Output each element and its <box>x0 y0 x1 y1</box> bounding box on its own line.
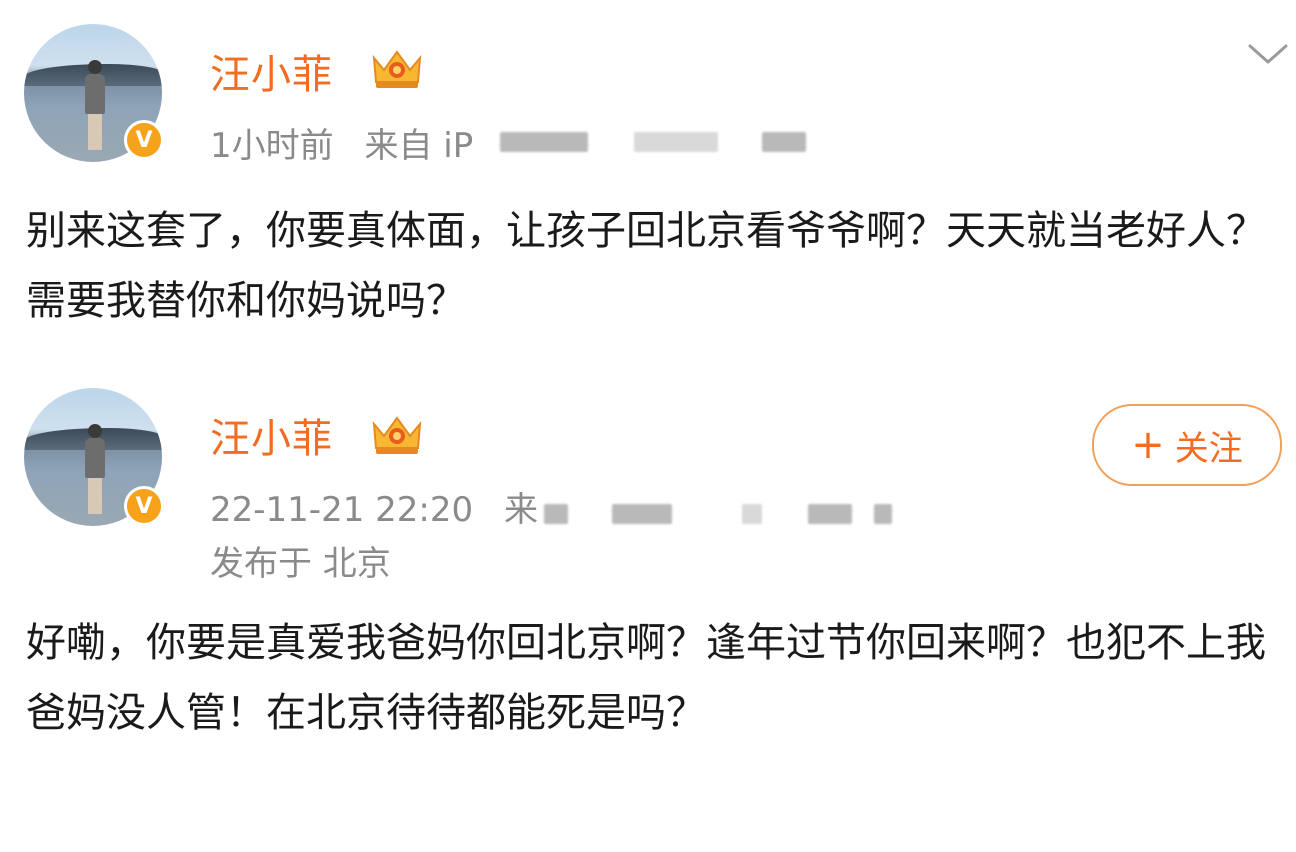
post-time: 1小时前 <box>210 126 334 166</box>
redacted-ip <box>874 504 892 524</box>
post-text: 别来这套了，你要真体面，让孩子回北京看爷爷啊？天天就当老好人？需要我替你和你妈说… <box>26 208 1266 324</box>
redacted-ip <box>612 504 672 524</box>
crown-icon <box>372 416 422 454</box>
verified-badge-icon: V <box>124 120 164 160</box>
post-meta: 1小时前 来自 iP <box>210 118 473 167</box>
post-location: 发布于 北京 <box>210 544 391 584</box>
redacted-ip <box>634 132 718 152</box>
post-source: 来 <box>503 490 538 530</box>
redacted-ip <box>544 504 568 524</box>
post-source: 来自 iP <box>364 126 474 166</box>
follow-button[interactable]: + 关注 <box>1092 404 1282 486</box>
chevron-down-icon[interactable] <box>1244 40 1292 68</box>
redacted-ip <box>808 504 852 524</box>
redacted-ip <box>762 132 806 152</box>
post-meta: 22-11-21 22:20 来 <box>210 482 538 531</box>
post-text: 好嘞，你要是真爱我爸妈你回北京啊？逢年过节你回来啊？也犯不上我爸妈没人管！在北京… <box>26 620 1266 736</box>
follow-label: 关注 <box>1174 428 1243 469</box>
username[interactable]: 汪小菲 <box>210 42 333 100</box>
plus-icon: + <box>1131 422 1165 468</box>
verified-badge-icon: V <box>124 486 164 526</box>
redacted-ip <box>500 132 588 152</box>
redacted-ip <box>742 504 762 524</box>
username[interactable]: 汪小菲 <box>210 406 333 464</box>
crown-icon <box>372 50 422 88</box>
post-time: 22-11-21 22:20 <box>210 490 474 530</box>
